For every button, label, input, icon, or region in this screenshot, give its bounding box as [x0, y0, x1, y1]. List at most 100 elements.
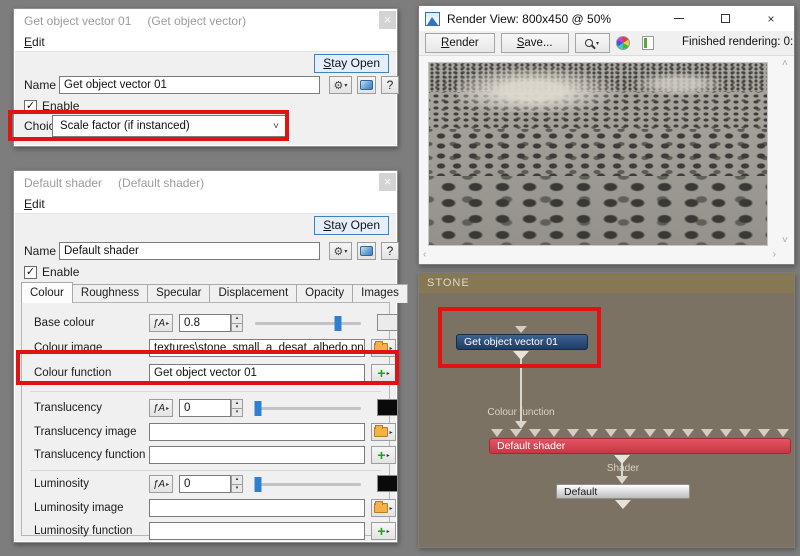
- scroll-down-icon[interactable]: ˅: [782, 236, 788, 246]
- menu-right-icon: ▸: [389, 429, 392, 436]
- stay-open-button[interactable]: Stay Open: [314, 216, 389, 235]
- translucency-image-input[interactable]: [149, 423, 365, 441]
- translucency-input[interactable]: 0: [179, 399, 231, 417]
- function-button[interactable]: ƒA ▸: [149, 314, 173, 332]
- node-default[interactable]: Default: [556, 484, 690, 499]
- colour-image-input[interactable]: textures\stone_small_a_desat_albedo.png: [149, 339, 365, 357]
- function-icon: ƒA: [153, 403, 165, 414]
- base-colour-swatch[interactable]: [377, 314, 398, 331]
- close-icon[interactable]: ×: [379, 11, 396, 29]
- render-log-icon[interactable]: [642, 36, 654, 50]
- checkbox-box: ✓: [24, 266, 37, 279]
- slider-handle[interactable]: [334, 316, 341, 331]
- help-button[interactable]: ?: [381, 242, 399, 260]
- desktop: Get object vector 01 (Get object vector)…: [0, 0, 800, 556]
- name-input[interactable]: Default shader: [59, 242, 320, 260]
- spin-up-icon[interactable]: ▴: [231, 399, 243, 409]
- dropdown-arrow-icon: ▾: [596, 40, 599, 47]
- folder-icon: [374, 427, 388, 437]
- tab-roughness[interactable]: Roughness: [72, 284, 148, 303]
- close-icon[interactable]: ×: [379, 173, 396, 191]
- edge-arrowhead-icon: [515, 421, 527, 429]
- browse-image-button[interactable]: ▸: [371, 499, 396, 517]
- slider-handle[interactable]: [255, 477, 262, 492]
- shader-input-ports[interactable]: [491, 429, 789, 437]
- translucency-stepper[interactable]: ▴ ▾: [231, 399, 243, 417]
- name-input[interactable]: Get object vector 01: [59, 76, 320, 94]
- browse-image-button[interactable]: ▸: [371, 339, 396, 357]
- spin-down-icon[interactable]: ▾: [231, 324, 243, 333]
- menu-edit[interactable]: Edit: [24, 197, 45, 211]
- add-function-button[interactable]: + ▸: [371, 364, 396, 382]
- settings-button[interactable]: ⚙ ▾: [329, 242, 352, 260]
- rendered-terrain-image[interactable]: [428, 62, 768, 246]
- save-button[interactable]: Save...: [501, 33, 569, 53]
- luminosity-function-input[interactable]: [149, 522, 365, 540]
- spin-down-icon[interactable]: ▾: [231, 485, 243, 494]
- spin-down-icon[interactable]: ▾: [231, 409, 243, 418]
- spin-up-icon[interactable]: ▴: [231, 475, 243, 485]
- luminosity-stepper[interactable]: ▴ ▾: [231, 475, 243, 493]
- dialog-titlebar[interactable]: Get object vector 01 (Get object vector)…: [14, 9, 397, 33]
- luminosity-slider[interactable]: [255, 483, 361, 486]
- function-button[interactable]: ƒA ▸: [149, 475, 173, 493]
- tab-opacity[interactable]: Opacity: [296, 284, 353, 303]
- colour-image-label: Colour image: [34, 342, 102, 354]
- node-default-shader[interactable]: Default shader: [489, 438, 791, 454]
- dialog-title: Default shader: [24, 176, 102, 190]
- enable-checkbox[interactable]: ✓ Enable: [24, 99, 79, 113]
- minimize-button[interactable]: [656, 6, 702, 31]
- browse-image-button[interactable]: ▸: [371, 423, 396, 441]
- luminosity-image-input[interactable]: [149, 499, 365, 517]
- close-button[interactable]: ×: [748, 6, 794, 31]
- node-canvas[interactable]: Get object vector 01 Colour function Def…: [419, 293, 794, 547]
- tab-colour[interactable]: Colour: [21, 282, 73, 303]
- luminosity-row: Luminosity ƒA ▸ 0 ▴ ▾: [22, 475, 389, 494]
- render-button[interactable]: Render: [425, 33, 495, 53]
- colour-controls-icon[interactable]: [616, 36, 630, 50]
- zoom-button[interactable]: ▾: [575, 33, 610, 53]
- preview-button[interactable]: [357, 76, 376, 94]
- scroll-left-icon[interactable]: ‹: [423, 250, 426, 260]
- add-function-button[interactable]: + ▸: [371, 446, 396, 464]
- luminosity-image-label: Luminosity image: [34, 502, 123, 514]
- function-button[interactable]: ƒA ▸: [149, 399, 173, 417]
- luminosity-swatch[interactable]: [377, 475, 398, 492]
- enable-checkbox[interactable]: ✓ Enable: [24, 265, 79, 279]
- base-colour-input[interactable]: 0.8: [179, 314, 231, 332]
- tab-images[interactable]: Images: [352, 284, 408, 303]
- base-colour-slider[interactable]: [255, 322, 361, 325]
- preview-button[interactable]: [357, 242, 376, 260]
- node-output-port-icon[interactable]: [615, 500, 631, 509]
- divider: [30, 470, 381, 471]
- tab-displacement[interactable]: Displacement: [209, 284, 297, 303]
- menu-right-icon: ▸: [166, 320, 169, 327]
- slider-handle[interactable]: [255, 401, 262, 416]
- dialog-titlebar[interactable]: Default shader (Default shader) ×: [14, 171, 397, 195]
- scroll-right-icon[interactable]: ›: [773, 250, 776, 260]
- vertical-scrollbar[interactable]: ˄ ˅: [778, 59, 792, 246]
- translucency-function-input[interactable]: [149, 446, 365, 464]
- scroll-up-icon[interactable]: ˄: [782, 59, 788, 69]
- node-get-object-vector[interactable]: Get object vector 01: [456, 334, 588, 350]
- tab-specular[interactable]: Specular: [147, 284, 210, 303]
- colour-function-input[interactable]: Get object vector 01: [149, 364, 365, 382]
- node-input-port-icon[interactable]: [515, 326, 527, 333]
- luminosity-input[interactable]: 0: [179, 475, 231, 493]
- help-button[interactable]: ?: [381, 76, 399, 94]
- settings-button[interactable]: ⚙ ▾: [329, 76, 352, 94]
- base-colour-stepper[interactable]: ▴ ▾: [231, 314, 243, 332]
- translucency-swatch[interactable]: [377, 399, 398, 416]
- stay-open-button[interactable]: Stay Open: [314, 54, 389, 73]
- choice-dropdown[interactable]: Scale factor (if instanced) ˅: [52, 115, 287, 137]
- add-function-button[interactable]: + ▸: [371, 522, 396, 540]
- translucency-slider[interactable]: [255, 407, 361, 410]
- menu-right-icon: ▸: [166, 405, 169, 412]
- maximize-button[interactable]: [702, 6, 748, 31]
- dialog-type-label: (Get object vector): [147, 14, 246, 28]
- node-group-header[interactable]: STONE: [419, 273, 794, 293]
- horizontal-scrollbar[interactable]: ‹ ›: [423, 249, 776, 263]
- base-colour-label: Base colour: [34, 317, 95, 329]
- spin-up-icon[interactable]: ▴: [231, 314, 243, 324]
- menu-edit[interactable]: Edit: [24, 35, 45, 49]
